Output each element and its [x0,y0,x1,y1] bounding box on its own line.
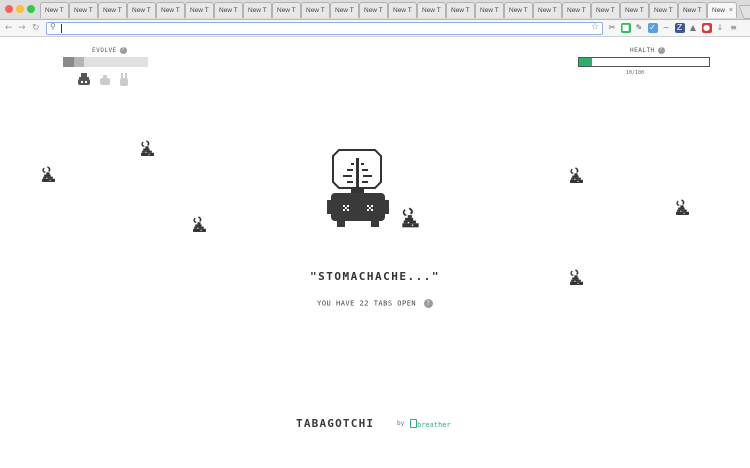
browser-tab[interactable]: New T [40,2,69,18]
stage-bunny-icon [120,73,128,86]
browser-tab[interactable]: New T [649,2,678,18]
browser-tab[interactable]: New T [533,2,562,18]
zoom-window-button[interactable] [27,5,35,13]
evernote-ext-icon[interactable]: ■ [620,23,631,33]
browser-tab[interactable]: New T [98,2,127,18]
evolve-segment [73,57,85,67]
breather-logo-link[interactable]: breather [410,419,451,429]
eyedropper-ext-icon[interactable]: ✎ [634,23,644,33]
tab-count-text: YOU HAVE 22 TABS OPEN [317,299,417,308]
health-label: HEALTH? [630,47,665,54]
back-button[interactable]: ← [5,22,13,34]
evolve-segment [63,57,74,67]
evolve-segment [137,57,148,67]
browser-tab[interactable]: New T [678,2,707,18]
poop-pile[interactable] [401,206,420,231]
evolve-segment [115,57,127,67]
evolution-stages [78,73,128,86]
health-bar [578,57,710,67]
stage-blob-icon [100,75,110,85]
browser-tab[interactable]: New T [127,2,156,18]
tab-count-help-icon[interactable]: ? [423,299,433,308]
browser-tab[interactable]: New T [417,2,446,18]
browser-tab[interactable]: New T [156,2,185,18]
close-tab-icon[interactable]: × [729,3,733,18]
pet-body [327,193,389,227]
browser-tab[interactable]: New T [562,2,591,18]
evolve-segment [84,57,95,67]
breather-logo-icon [410,419,417,428]
browser-tab[interactable]: New T [330,2,359,18]
pocket-ext-icon[interactable]: ✓ [647,23,658,33]
tabagotchi-pet[interactable] [325,148,391,232]
evolve-progress-bar [63,57,148,67]
lastpass-ext-icon[interactable]: ● [701,23,712,33]
minimize-window-button[interactable] [16,5,24,13]
download-ext-icon[interactable]: ↓ [715,23,725,33]
browser-tab[interactable]: New T [243,2,272,18]
screenshot-ext-icon[interactable]: ✂ [607,23,617,33]
pet-head-bubble [332,149,382,193]
browser-tab-active[interactable]: New × [707,2,737,18]
browser-tab[interactable]: New T [591,2,620,18]
evolve-segment [94,57,106,67]
evolve-segment [105,57,116,67]
browser-tab[interactable]: New T [301,2,330,18]
browser-tab[interactable]: New T [620,2,649,18]
menu-icon[interactable]: ≡ [729,23,739,33]
tab-list: New T New T New T New T New T New T New T New T… [40,2,750,19]
text-cursor [61,24,62,33]
tab-strip: New T New T New T New T New T New T New T New T… [0,0,750,20]
bookmark-star-icon[interactable]: ☆ [591,22,599,32]
search-icon: ⚲ [50,22,56,31]
stage-egg-icon [78,73,90,85]
browser-tab[interactable]: New T [504,2,533,18]
wave-ext-icon[interactable]: ~ [661,23,671,33]
browser-tab[interactable]: New T [359,2,388,18]
app-title: TABAGOTCHI [296,417,375,430]
browser-tab[interactable]: New T [446,2,475,18]
browser-tab[interactable]: New T [388,2,417,18]
active-tab-label: New [712,7,726,14]
address-bar[interactable]: ⚲ ☆ [46,22,603,35]
poop-pile[interactable] [192,215,207,235]
browser-tab[interactable]: New T [214,2,243,18]
zotero-ext-icon[interactable]: Z [674,23,685,33]
health-bar-fill [579,58,592,66]
evolve-help-icon[interactable]: ? [119,47,127,54]
honey-ext-icon[interactable]: ▲ [688,23,698,33]
browser-toolbar: ← → ↻ ⚲ ☆ ✂ ■ ✎ ✓ ~ Z ▲ ● ↓ ≡ [0,20,750,37]
close-window-button[interactable] [5,5,13,13]
evolve-label: EVOLVE? [92,47,127,54]
browser-tab[interactable]: New T [475,2,504,18]
new-tab-button[interactable] [738,5,750,19]
browser-tab[interactable]: New T [69,2,98,18]
reload-button[interactable]: ↻ [32,22,40,34]
tab-count-message: YOU HAVE 22 TABS OPEN ? [300,299,450,308]
poop-pile[interactable] [569,268,584,288]
evolve-label-text: EVOLVE [92,47,117,54]
byline-by: by [397,420,405,427]
health-label-text: HEALTH [630,47,655,54]
forward-button[interactable]: → [18,22,26,34]
poop-pile[interactable] [41,165,56,185]
evolve-segment [126,57,138,67]
poop-pile[interactable] [140,139,155,159]
health-help-icon[interactable]: ? [657,47,665,54]
breather-brand-text: breather [417,421,451,429]
browser-tab[interactable]: New T [272,2,301,18]
pet-status-text: "STOMACHACHE..." [310,270,440,283]
health-value: 10/100 [626,70,645,76]
poop-pile[interactable] [569,166,584,186]
poop-pile[interactable] [675,198,690,218]
browser-tab[interactable]: New T [185,2,214,18]
